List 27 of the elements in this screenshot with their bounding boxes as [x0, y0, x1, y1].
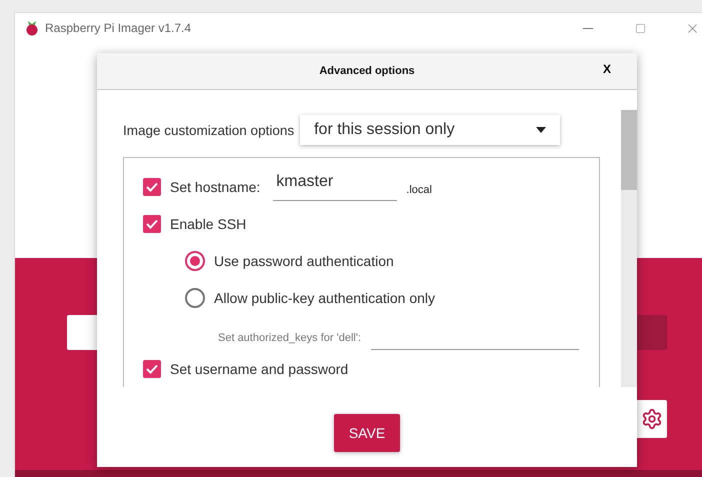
- option-label: Set username and password: [170, 360, 348, 376]
- radio-button[interactable]: [185, 288, 205, 308]
- close-button[interactable]: X: [598, 62, 615, 76]
- option-label: Enable SSH: [170, 216, 246, 232]
- caret-icon: [536, 127, 546, 133]
- option-label: Use password authentication: [214, 252, 394, 268]
- checkbox[interactable]: [143, 214, 161, 232]
- gear-icon: [641, 408, 663, 430]
- hostname-field[interactable]: kmaster: [273, 172, 398, 200]
- field-label: Set authorized_keys for 'dell':: [218, 332, 361, 344]
- maximize-icon: [634, 22, 646, 34]
- save-button[interactable]: SAVE: [334, 414, 400, 452]
- option-label: Set hostname:: [170, 178, 260, 194]
- checkmark-icon: [146, 364, 158, 374]
- raspberry-icon: [25, 20, 39, 36]
- dialog-title: Advanced options: [319, 65, 415, 77]
- scrollbar[interactable]: [621, 110, 637, 387]
- checkbox[interactable]: [143, 360, 161, 378]
- checkbox[interactable]: [143, 178, 161, 196]
- domain-suffix: .local: [406, 184, 432, 196]
- customization-label: Image customization options: [123, 122, 294, 138]
- customization-dropdown[interactable]: for this session only: [300, 115, 560, 145]
- checkmark-icon: [146, 182, 158, 192]
- option-label: Allow public-key authentication only: [214, 290, 436, 306]
- radio-button[interactable]: [185, 250, 205, 270]
- checkmark-icon: [146, 218, 158, 228]
- window-title: Raspberry Pi Imager v1.7.4: [45, 21, 192, 35]
